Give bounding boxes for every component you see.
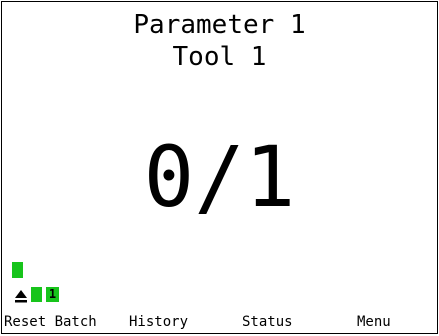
history-button[interactable]: History	[129, 313, 188, 331]
parameter-title: Parameter 1	[133, 10, 306, 40]
tool-title: Tool 1	[172, 42, 267, 72]
batch-counter: 0/1	[143, 128, 296, 226]
eject-icon	[15, 290, 27, 303]
batch-badge: 1	[46, 287, 59, 302]
reset-batch-button[interactable]: Reset Batch	[4, 313, 97, 331]
menu-button[interactable]: Menu	[357, 313, 391, 331]
status-button[interactable]: Status	[242, 313, 293, 331]
status-indicator-block	[12, 262, 23, 278]
softkey-bar: Reset Batch History Status Menu	[2, 311, 437, 333]
status-indicators: 1	[12, 262, 132, 312]
device-screen: Parameter 1 Tool 1 0/1 1 Reset Batch His…	[1, 1, 438, 334]
connection-indicator-block	[31, 287, 42, 302]
